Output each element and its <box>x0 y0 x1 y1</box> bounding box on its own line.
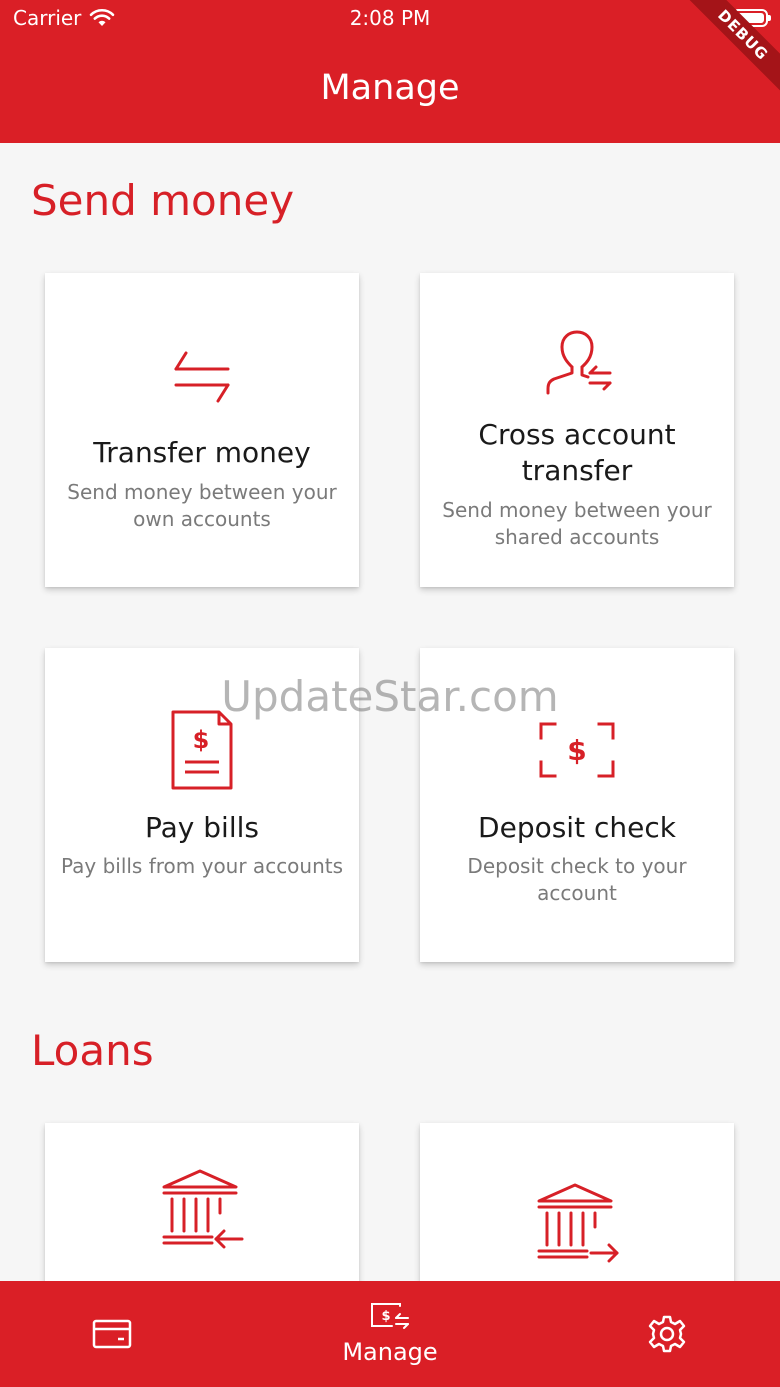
status-time: 2:08 PM <box>349 6 431 30</box>
card-description: Send money between your shared accounts <box>442 498 712 549</box>
card-description: Deposit check to your account <box>467 854 687 905</box>
gear-icon <box>648 1315 686 1353</box>
svg-text:$: $ <box>193 726 210 754</box>
app-header: Carrier 2:08 PM DEBUG Manage <box>0 0 780 143</box>
bank-arrow-out-icon <box>537 1183 619 1263</box>
bottom-navigation: $ Manage <box>0 1281 780 1387</box>
svg-text:$: $ <box>381 1309 390 1324</box>
card-title: Deposit check <box>478 811 676 844</box>
card-pay-bills[interactable]: $ Pay bills Pay bills from your accounts <box>45 648 359 962</box>
section-title-send-money: Send money <box>31 176 295 225</box>
nav-label-manage: Manage <box>342 1338 438 1366</box>
bank-arrow-in-icon <box>162 1169 244 1249</box>
page-title: Manage <box>320 68 460 108</box>
card-description: Send money between your own accounts <box>67 480 337 531</box>
nav-item-settings[interactable] <box>627 1281 707 1387</box>
money-transfer-icon: $ <box>371 1303 409 1329</box>
card-deposit-check[interactable]: $ Deposit check Deposit check to your ac… <box>420 648 734 962</box>
bill-document-icon: $ <box>171 710 233 790</box>
svg-text:$: $ <box>567 734 586 767</box>
card-description: Pay bills from your accounts <box>60 854 344 878</box>
section-title-loans: Loans <box>31 1026 154 1075</box>
person-transfer-icon <box>546 330 612 395</box>
card-transfer-money[interactable]: Transfer money Send money between your o… <box>45 273 359 587</box>
transfer-arrows-icon <box>174 351 230 403</box>
nav-item-manage[interactable]: $ Manage <box>320 1281 460 1387</box>
card-cross-account-transfer[interactable]: Cross account transfer Send money betwee… <box>420 273 734 587</box>
check-scan-icon: $ <box>539 722 615 778</box>
nav-item-accounts[interactable] <box>72 1281 152 1387</box>
card-title: Cross account transfer <box>478 418 676 487</box>
card-title: Pay bills <box>145 811 259 844</box>
card-title: Transfer money <box>93 436 311 469</box>
card-icon <box>92 1319 132 1349</box>
